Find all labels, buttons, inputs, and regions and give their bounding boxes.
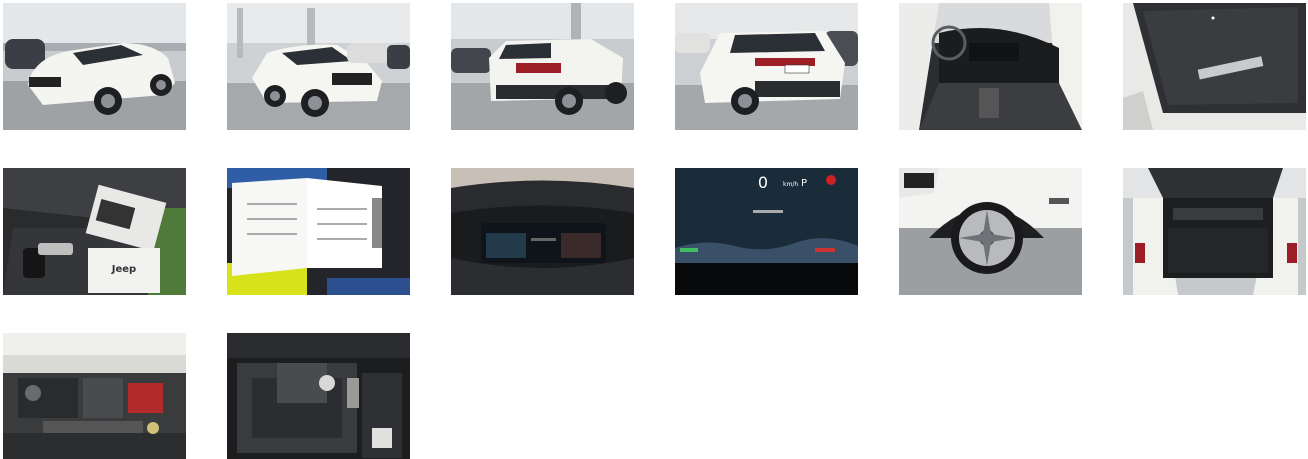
thumbnail-exterior-front-right[interactable] bbox=[227, 3, 410, 130]
gear-indicator: P bbox=[801, 178, 807, 189]
thumbnail-instrument-cluster-on[interactable]: 0 km/h P bbox=[675, 168, 858, 295]
car-photo bbox=[451, 168, 634, 295]
car-photo bbox=[451, 3, 634, 130]
car-photo: Jeep bbox=[3, 168, 186, 295]
car-photo bbox=[227, 3, 410, 130]
thumbnail-sunroof-panel[interactable] bbox=[1123, 3, 1306, 130]
thumbnail-spare-tire-well[interactable] bbox=[227, 333, 410, 459]
car-photo bbox=[1123, 168, 1306, 295]
photo-gallery: Jeep 0 km/h P bbox=[0, 0, 1308, 459]
thumbnail-interior-dashboard[interactable] bbox=[899, 3, 1082, 130]
car-photo bbox=[675, 3, 858, 130]
thumbnail-exterior-rear-left[interactable] bbox=[451, 3, 634, 130]
car-photo bbox=[3, 3, 186, 130]
car-photo bbox=[227, 168, 410, 295]
thumbnail-engine-bay[interactable] bbox=[3, 333, 186, 459]
car-photo: 0 km/h P bbox=[675, 168, 858, 295]
thumbnail-service-booklet[interactable] bbox=[227, 168, 410, 295]
car-photo bbox=[899, 168, 1082, 295]
thumbnail-instrument-cluster-off[interactable] bbox=[451, 168, 634, 295]
car-photo bbox=[1123, 3, 1306, 130]
thumbnail-exterior-rear-right[interactable] bbox=[675, 3, 858, 130]
thumbnail-wheel-detail[interactable] bbox=[899, 168, 1082, 295]
car-photo bbox=[3, 333, 186, 459]
thumbnail-trunk-open[interactable] bbox=[1123, 168, 1306, 295]
car-photo bbox=[227, 333, 410, 459]
car-photo bbox=[899, 3, 1082, 130]
jeep-logo-text: Jeep bbox=[111, 264, 136, 275]
speed-unit: km/h bbox=[783, 181, 798, 188]
speed-readout: 0 bbox=[758, 173, 768, 192]
thumbnail-keys-and-manuals[interactable]: Jeep bbox=[3, 168, 186, 295]
thumbnail-exterior-front-left[interactable] bbox=[3, 3, 186, 130]
